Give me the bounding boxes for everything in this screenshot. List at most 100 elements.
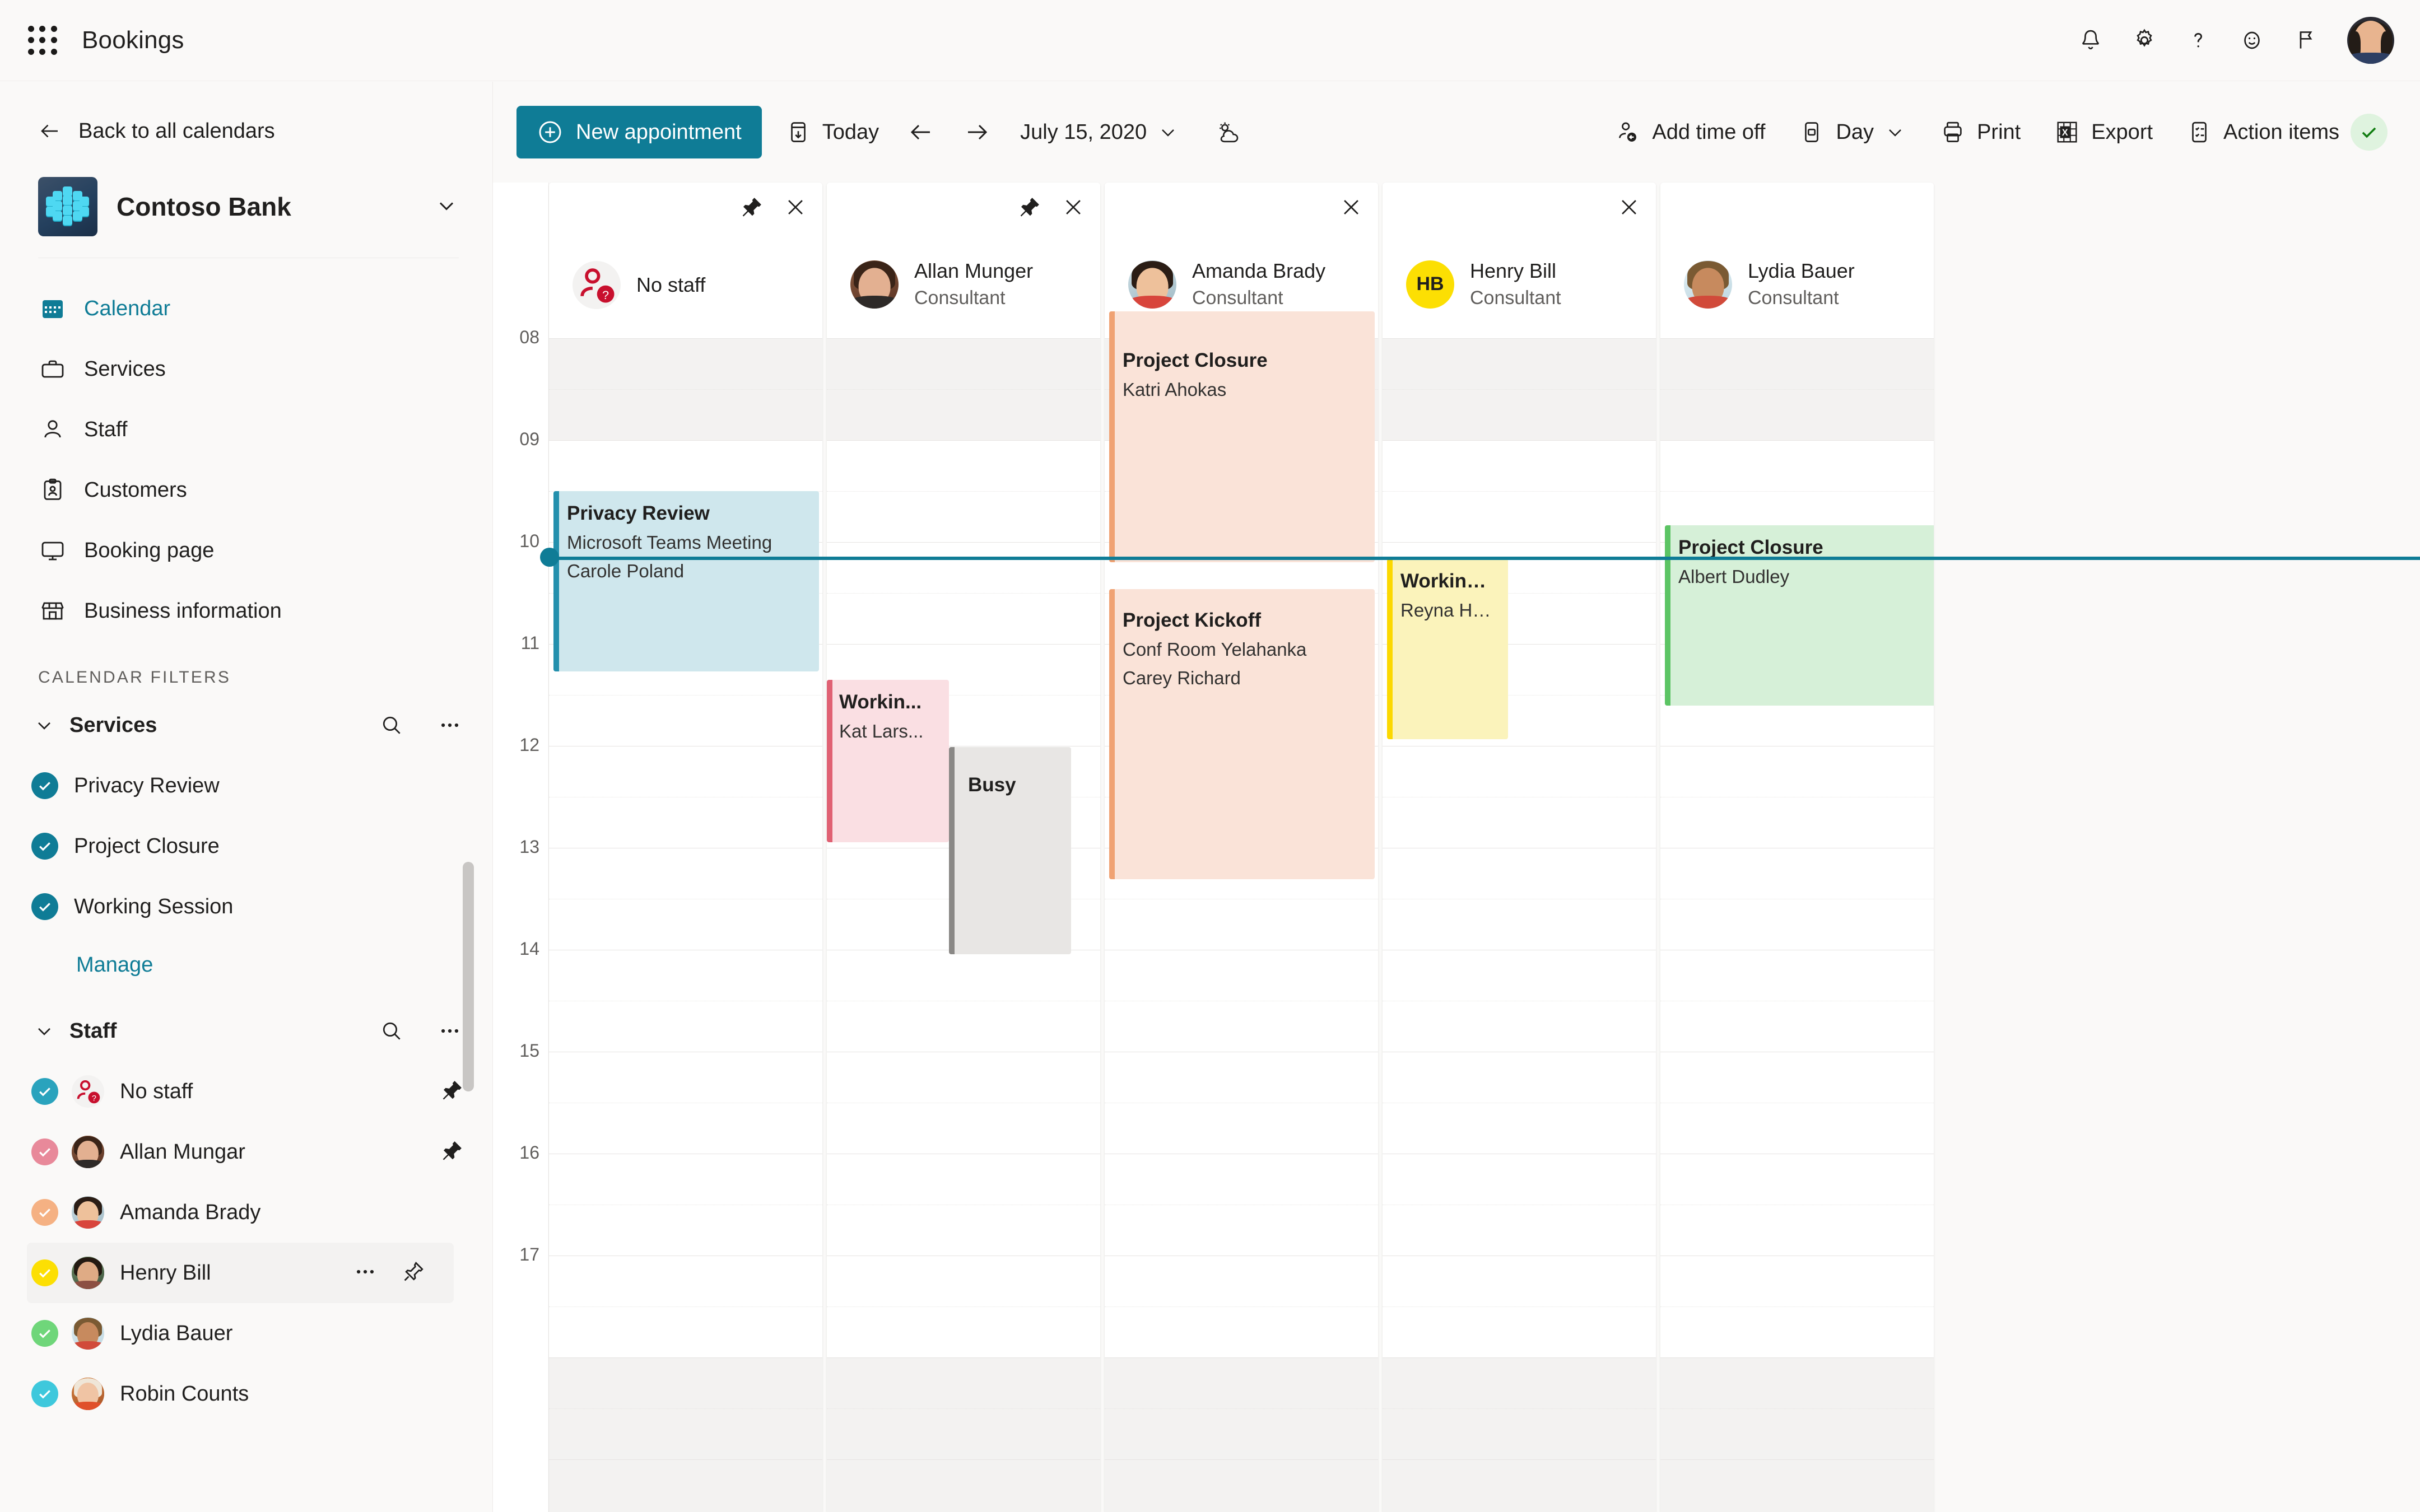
checkbox-checked-icon[interactable] — [31, 1199, 58, 1226]
next-day-button[interactable] — [953, 108, 1001, 156]
sidebar-item-staff[interactable]: Staff — [0, 399, 492, 460]
sidebar-scrollbar[interactable] — [463, 862, 474, 1091]
sidebar-item-calendar[interactable]: Calendar — [0, 278, 492, 339]
avatar — [1684, 260, 1732, 309]
filter-item-privacy-review[interactable]: Privacy Review — [0, 755, 492, 816]
help-icon[interactable] — [2171, 13, 2225, 67]
event-project-closure-amanda[interactable]: Project Closure Katri Ahokas — [1109, 311, 1375, 562]
view-label: Day — [1836, 120, 1874, 144]
export-button[interactable]: X Export — [2044, 109, 2163, 156]
close-icon[interactable] — [1061, 195, 1086, 220]
checkbox-checked-icon[interactable] — [31, 833, 58, 860]
feedback-smiley-icon[interactable] — [2225, 13, 2279, 67]
checkbox-checked-icon[interactable] — [31, 1138, 58, 1165]
action-items-icon — [2192, 122, 2207, 143]
sidebar-item-booking-page[interactable]: Booking page — [0, 520, 492, 581]
filter-item-project-closure[interactable]: Project Closure — [0, 816, 492, 876]
event-location: Conf Room Yelahanka — [1123, 639, 1307, 660]
flag-icon[interactable] — [2279, 13, 2333, 67]
gear-icon[interactable] — [2118, 13, 2171, 67]
close-icon[interactable] — [783, 195, 808, 220]
sidebar-item-customers[interactable]: Customers — [0, 460, 492, 520]
event-busy[interactable]: Busy — [949, 747, 1071, 954]
view-selector-button[interactable]: Day — [1789, 109, 1916, 156]
new-appointment-button[interactable]: New appointment — [516, 106, 762, 158]
event-title: Project Closure — [1123, 349, 1268, 371]
pin-filled-icon[interactable] — [739, 195, 764, 220]
print-label: Print — [1977, 120, 2021, 144]
print-button[interactable]: Print — [1930, 109, 2031, 156]
back-to-all-calendars-link[interactable]: Back to all calendars — [0, 105, 492, 157]
business-name: Contoso Bank — [117, 192, 291, 221]
no-staff-icon: ? — [72, 1075, 104, 1108]
waffle-icon[interactable] — [25, 22, 61, 58]
close-icon[interactable] — [1617, 195, 1641, 220]
column-grid[interactable]: Project Closure Katri Ahokas Project Kic… — [1105, 311, 1378, 1512]
staff-filter-lydia-bauer[interactable]: Lydia Bauer — [0, 1303, 492, 1364]
filter-item-working-session[interactable]: Working Session — [0, 876, 492, 937]
pin-filled-icon[interactable] — [440, 1138, 464, 1166]
chevron-down-icon[interactable] — [434, 193, 459, 221]
checkbox-checked-icon[interactable] — [31, 1320, 58, 1347]
pin-filled-icon[interactable] — [440, 1078, 464, 1105]
chevron-down-icon[interactable] — [31, 712, 57, 738]
hour-label: 11 — [520, 633, 539, 653]
today-button[interactable]: Today — [775, 109, 889, 156]
bookings-app: Bookings Back to all calendars Contoso B… — [0, 0, 2420, 1512]
chevron-down-icon[interactable] — [1884, 121, 1906, 143]
checkbox-checked-icon[interactable] — [31, 893, 58, 920]
add-time-off-button[interactable]: Add time off — [1605, 109, 1775, 156]
previous-day-button[interactable] — [897, 108, 945, 156]
search-icon[interactable] — [379, 713, 404, 738]
column-grid[interactable]: Privacy Review Microsoft Teams Meeting C… — [549, 338, 822, 1512]
event-working-session-henry[interactable]: Working Session Reyna Holman — [1387, 559, 1508, 739]
more-options-icon[interactable] — [438, 713, 462, 738]
current-date-label[interactable]: July 15, 2020 — [1020, 120, 1147, 144]
column-grid[interactable]: Project Closure Albert Dudley — [1660, 338, 1934, 1512]
pin-outline-icon[interactable] — [401, 1259, 426, 1287]
notification-bell-icon[interactable] — [2064, 13, 2118, 67]
chevron-down-icon[interactable] — [1157, 121, 1179, 143]
column-staff-role: Consultant — [914, 287, 1006, 309]
checkbox-checked-icon[interactable] — [31, 1380, 58, 1407]
current-time-line — [549, 557, 2420, 560]
user-avatar[interactable] — [2347, 17, 2394, 64]
staff-column-amanda-brady: Amanda Brady Consultant Project Closure … — [1105, 183, 1378, 1512]
staff-filter-allan-mungar[interactable]: Allan Mungar — [0, 1122, 492, 1182]
search-icon[interactable] — [379, 1019, 404, 1043]
staff-filter-no-staff[interactable]: ? No staff — [0, 1061, 492, 1122]
arrow-right-icon — [968, 124, 988, 140]
more-options-icon[interactable] — [438, 1019, 462, 1043]
event-project-kickoff[interactable]: Project Kickoff Conf Room Yelahanka Care… — [1109, 589, 1375, 879]
filter-label: Working Session — [74, 894, 234, 918]
action-items-button[interactable]: Action items — [2176, 109, 2398, 156]
sidebar: Back to all calendars Contoso Bank Calen… — [0, 82, 493, 1512]
column-grid[interactable]: Workin... Kat Lars... Busy — [827, 338, 1100, 1512]
staff-column-henry-bill: HB Henry Bill Consultant Working Se Reyn… — [1383, 183, 1656, 1512]
column-staff-role: Consultant — [1192, 287, 1283, 309]
checkbox-checked-icon[interactable] — [31, 772, 58, 799]
staff-filter-henry-bill[interactable]: Henry Bill — [27, 1243, 454, 1303]
checkbox-checked-icon[interactable] — [31, 1078, 58, 1105]
storefront-icon — [38, 596, 67, 626]
event-working-session-allan[interactable]: Workin... Kat Lars... — [827, 680, 949, 842]
sidebar-item-services[interactable]: Services — [0, 339, 492, 399]
sidebar-item-business-information[interactable]: Business information — [0, 581, 492, 641]
manage-services-link[interactable]: Manage — [0, 937, 492, 993]
column-grid[interactable]: Working Session Reyna Holman — [1383, 338, 1656, 1512]
more-options-icon[interactable] — [353, 1259, 378, 1287]
checkbox-checked-icon[interactable] — [31, 1259, 58, 1286]
hour-label: 12 — [519, 735, 539, 755]
event-privacy-review[interactable]: Privacy Review Microsoft Teams Meeting C… — [553, 491, 819, 671]
staff-filter-amanda-brady[interactable]: Amanda Brady — [0, 1182, 492, 1243]
staff-filter-robin-counts[interactable]: Robin Counts — [0, 1364, 492, 1424]
close-icon[interactable] — [1339, 195, 1363, 220]
business-switcher[interactable]: Contoso Bank — [0, 165, 492, 249]
staff-label: Lydia Bauer — [120, 1321, 233, 1345]
event-attendee: Kat Lars... — [839, 721, 924, 741]
pin-filled-icon[interactable] — [1017, 195, 1042, 220]
clipboard-person-icon — [38, 475, 67, 505]
event-project-closure-lydia[interactable]: Project Closure Albert Dudley — [1665, 525, 1934, 706]
weather-icon[interactable] — [1204, 108, 1252, 156]
chevron-down-icon[interactable] — [31, 1018, 57, 1044]
